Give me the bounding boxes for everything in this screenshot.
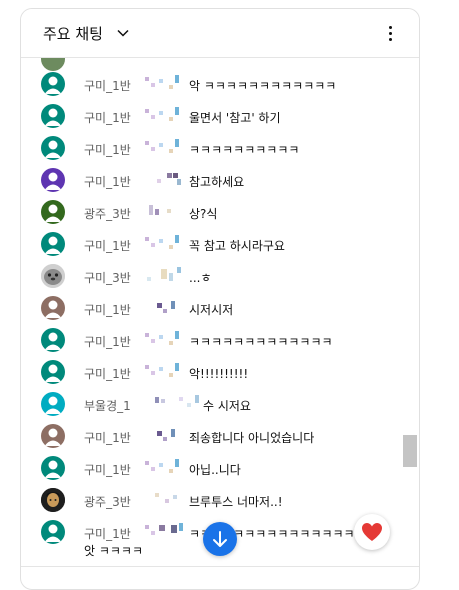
avatar[interactable] xyxy=(41,200,65,224)
redacted-name-pixels xyxy=(155,299,191,317)
live-chat-panel: 주요 채팅 구미_1반 악 ㅋㅋㅋㅋㅋㅋㅋㅋㅋㅋㅋㅋ 구미_1반 울면서 '참고… xyxy=(20,8,420,590)
chat-footer-divider xyxy=(21,566,419,567)
avatar[interactable] xyxy=(41,424,65,448)
message-text: 울면서 '참고' 하기 xyxy=(189,111,281,125)
message-text: ㅋㅋㅋㅋㅋㅋㅋㅋㅋㅋㅋㅋㅋ xyxy=(189,335,333,349)
author-name[interactable]: 구미_1반 xyxy=(84,77,131,94)
message-text: ...ㅎ xyxy=(189,271,212,285)
avatar[interactable] xyxy=(41,136,65,160)
message-text: 참고하세요 xyxy=(189,175,245,189)
redacted-name-pixels xyxy=(155,427,191,445)
message-text: 꼭 참고 하시라구요 xyxy=(189,239,285,253)
message-text: 브루투스 너마저..! xyxy=(189,495,283,509)
author-name[interactable]: 광주_3반 xyxy=(84,205,131,222)
message-text-continued: 앗 ㅋㅋㅋㅋ xyxy=(84,544,144,558)
message-text: 죄송합니다 아니었습니다 xyxy=(189,431,315,445)
message-text: 아닙..니다 xyxy=(189,463,241,477)
message-text: ㅋㅋㅋㅋㅋㅋㅋㅋㅋㅋ xyxy=(189,143,300,157)
avatar[interactable] xyxy=(41,456,65,480)
redacted-name-pixels xyxy=(147,267,191,285)
chevron-down-icon[interactable] xyxy=(116,26,130,40)
more-vert-icon[interactable] xyxy=(382,23,398,43)
message-text: 악 ㅋㅋㅋㅋㅋㅋㅋㅋㅋㅋㅋㅋ xyxy=(189,79,337,93)
redacted-name-pixels xyxy=(145,75,185,93)
redacted-name-pixels xyxy=(155,395,201,413)
avatar[interactable] xyxy=(41,168,65,192)
redacted-name-pixels xyxy=(155,171,191,189)
redacted-name-pixels xyxy=(147,203,183,221)
avatar[interactable] xyxy=(41,488,65,512)
author-name[interactable]: 구미_1반 xyxy=(84,461,131,478)
avatar[interactable] xyxy=(41,328,65,352)
chat-mode-title[interactable]: 주요 채팅 xyxy=(43,23,103,44)
author-name[interactable]: 구미_3반 xyxy=(84,269,131,286)
avatar[interactable] xyxy=(41,72,65,96)
message-text: 상?식 xyxy=(189,207,218,221)
message-text: 수 시저요 xyxy=(203,399,251,413)
avatar[interactable] xyxy=(41,104,65,128)
redacted-name-pixels xyxy=(145,107,185,125)
avatar[interactable] xyxy=(41,296,65,320)
author-name[interactable]: 구미_1반 xyxy=(84,365,131,382)
author-name[interactable]: 광주_3반 xyxy=(84,493,131,510)
avatar[interactable] xyxy=(41,392,65,416)
avatar xyxy=(41,58,65,71)
message-text: 악!!!!!!!!!! xyxy=(189,367,249,381)
avatar[interactable] xyxy=(41,264,65,288)
jump-to-bottom-button[interactable] xyxy=(203,522,237,556)
author-name[interactable]: 부울경_1 xyxy=(84,397,131,414)
avatar[interactable] xyxy=(41,520,65,544)
avatar[interactable] xyxy=(41,232,65,256)
scrollbar-thumb[interactable] xyxy=(403,435,417,467)
redacted-name-pixels xyxy=(145,363,185,381)
author-name[interactable]: 구미_1반 xyxy=(84,237,131,254)
author-name[interactable]: 구미_1반 xyxy=(84,333,131,350)
author-name[interactable]: 구미_1반 xyxy=(84,141,131,158)
chat-message-list[interactable]: 구미_1반 악 ㅋㅋㅋㅋㅋㅋㅋㅋㅋㅋㅋㅋ 구미_1반 울면서 '참고' 하기 구… xyxy=(21,58,419,568)
redacted-name-pixels xyxy=(145,331,185,349)
redacted-name-pixels xyxy=(145,523,185,541)
redacted-name-pixels xyxy=(145,459,185,477)
author-name[interactable]: 구미_1반 xyxy=(84,173,131,190)
author-name[interactable]: 구미_1반 xyxy=(84,301,131,318)
redacted-name-pixels xyxy=(145,235,185,253)
redacted-name-pixels xyxy=(155,491,191,509)
author-name[interactable]: 구미_1반 xyxy=(84,429,131,446)
author-name[interactable]: 구미_1반 xyxy=(84,109,131,126)
message-text: 시저시저 xyxy=(189,303,234,317)
author-name[interactable]: 구미_1반 xyxy=(84,525,131,542)
redacted-name-pixels xyxy=(145,139,185,157)
chat-header: 주요 채팅 xyxy=(21,9,419,58)
heart-icon xyxy=(362,523,382,541)
arrow-down-icon xyxy=(213,531,227,547)
reaction-button[interactable] xyxy=(354,514,390,550)
avatar[interactable] xyxy=(41,360,65,384)
